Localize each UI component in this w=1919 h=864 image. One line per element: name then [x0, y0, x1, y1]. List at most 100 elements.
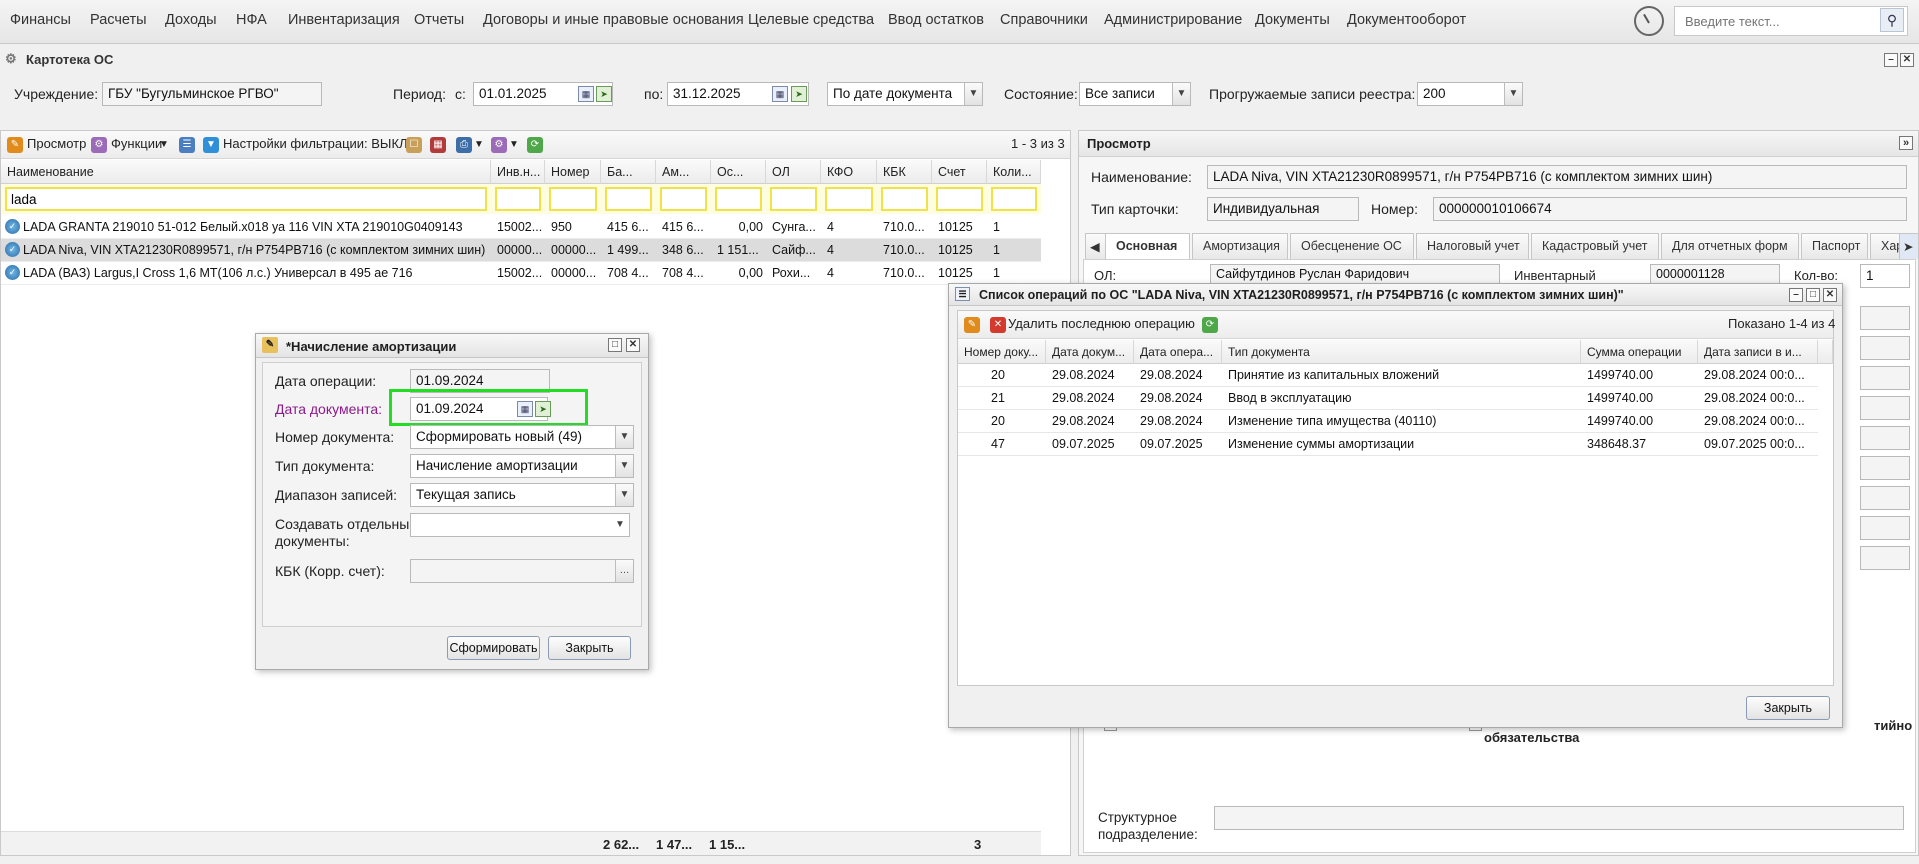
- side-field[interactable]: [1860, 546, 1910, 570]
- col-doc-date[interactable]: Дата докум...: [1046, 340, 1134, 364]
- tab-tax[interactable]: Налоговый учет: [1416, 233, 1529, 259]
- chevron-down-icon[interactable]: ▼: [509, 139, 519, 150]
- print-icon[interactable]: ⎙: [456, 137, 472, 153]
- menu-contracts[interactable]: Договоры и иные правовые основания: [483, 12, 744, 28]
- refresh-icon[interactable]: ⟳: [1202, 317, 1218, 333]
- date-mode-select[interactable]: По дате документа ▼: [827, 82, 983, 106]
- edit-icon[interactable]: ✎: [964, 317, 980, 333]
- menu-finance[interactable]: Финансы: [10, 12, 71, 28]
- generate-button[interactable]: Сформировать: [447, 636, 540, 660]
- side-field[interactable]: [1860, 426, 1910, 450]
- tab-passport[interactable]: Паспорт: [1801, 233, 1868, 259]
- filter-cell[interactable]: [881, 187, 928, 211]
- number-field[interactable]: 000000010106674: [1433, 197, 1907, 221]
- close-icon[interactable]: ✕: [626, 338, 640, 352]
- col-doc-number[interactable]: Номер доку...: [958, 340, 1046, 364]
- doc-num-select[interactable]: Сформировать новый (49) ▼: [410, 425, 634, 449]
- state-select[interactable]: Все записи ▼: [1079, 82, 1191, 106]
- col-doc-type[interactable]: Тип документа: [1222, 340, 1581, 364]
- menu-references[interactable]: Справочники: [1000, 12, 1088, 28]
- filter-settings-button[interactable]: Настройки фильтрации: ВЫКЛ: [223, 136, 408, 151]
- close-button[interactable]: Закрыть: [548, 636, 631, 660]
- export-icon[interactable]: ☐: [406, 137, 422, 153]
- chevron-down-icon[interactable]: ▼: [615, 426, 633, 448]
- side-field[interactable]: [1860, 306, 1910, 330]
- side-field[interactable]: [1860, 366, 1910, 390]
- chevron-down-icon[interactable]: ▼: [159, 139, 169, 150]
- side-field[interactable]: [1860, 396, 1910, 420]
- filter-cell[interactable]: [825, 187, 873, 211]
- kbk-field[interactable]: …: [410, 559, 634, 583]
- menu-target-funds[interactable]: Целевые средства: [748, 12, 874, 28]
- chevron-down-icon[interactable]: ▼: [1504, 83, 1522, 105]
- clock-icon[interactable]: [1634, 6, 1664, 36]
- menu-inventory[interactable]: Инвентаризация: [288, 12, 400, 28]
- tab-main[interactable]: Основная: [1105, 233, 1190, 259]
- filter-cell[interactable]: [991, 187, 1037, 211]
- menu-documents[interactable]: Документы: [1255, 12, 1330, 28]
- institution-field[interactable]: ГБУ "Бугульминское РГВО": [102, 82, 322, 106]
- close-button[interactable]: Закрыть: [1746, 696, 1830, 720]
- table-row[interactable]: 47 09.07.2025 09.07.2025 Изменение суммы…: [958, 433, 1818, 456]
- menu-docflow[interactable]: Документооборот: [1347, 12, 1466, 28]
- tab-scroll-left-icon[interactable]: ◀: [1085, 233, 1107, 259]
- expand-icon[interactable]: ✓: [5, 242, 20, 257]
- calendar-icon[interactable]: ▦: [517, 401, 533, 417]
- tab-amortization[interactable]: Амортизация: [1192, 233, 1288, 259]
- tab-scroll-right-icon[interactable]: ➤: [1899, 233, 1919, 259]
- side-field[interactable]: [1860, 456, 1910, 480]
- filter-cell[interactable]: [660, 187, 707, 211]
- table-row[interactable]: ✓ LADA (ВАЗ) Largus,I Cross 1,6 МТ(106 л…: [1, 262, 1041, 285]
- menu-reports[interactable]: Отчеты: [414, 12, 464, 28]
- table-row[interactable]: 21 29.08.2024 29.08.2024 Ввод в эксплуат…: [958, 387, 1818, 410]
- col-residual[interactable]: Ос...: [711, 160, 766, 184]
- filter-cell[interactable]: [495, 187, 541, 211]
- col-number[interactable]: Номер: [545, 160, 601, 184]
- chevron-down-icon[interactable]: ▼: [964, 83, 982, 105]
- refresh-icon[interactable]: ⟳: [527, 137, 543, 153]
- menu-calculations[interactable]: Расчеты: [90, 12, 147, 28]
- delete-last-button[interactable]: Удалить последнюю операцию: [1008, 316, 1195, 331]
- range-select[interactable]: Текущая запись ▼: [410, 483, 634, 507]
- close-icon[interactable]: ✕: [1900, 53, 1914, 67]
- menu-nfa[interactable]: НФА: [236, 12, 267, 28]
- expand-icon[interactable]: ✓: [5, 219, 20, 234]
- apply-date-icon[interactable]: ➤: [596, 86, 612, 102]
- col-ol[interactable]: ОЛ: [766, 160, 821, 184]
- loaded-records-select[interactable]: 200 ▼: [1417, 82, 1523, 106]
- table-row-selected[interactable]: ✓ LADA Niva, VIN XTA21230R0899571, г/н Р…: [1, 239, 1041, 262]
- struct-unit-field[interactable]: [1214, 806, 1904, 830]
- apply-date-icon[interactable]: ➤: [791, 86, 807, 102]
- functions-menu[interactable]: Функции: [111, 136, 162, 151]
- chevron-down-icon[interactable]: ▼: [615, 484, 633, 506]
- menu-opening-balances[interactable]: Ввод остатков: [888, 12, 984, 28]
- functions-icon[interactable]: ⚙: [91, 137, 107, 153]
- expand-icon[interactable]: ✓: [5, 265, 20, 280]
- minimize-icon[interactable]: –: [1884, 53, 1898, 67]
- delete-icon[interactable]: ✕: [990, 317, 1006, 333]
- calendar-icon[interactable]: ▦: [578, 86, 594, 102]
- col-sum[interactable]: Сумма операции: [1581, 340, 1698, 364]
- maximize-icon[interactable]: □: [1806, 288, 1820, 302]
- col-qty[interactable]: Коли...: [987, 160, 1041, 184]
- doc-type-select[interactable]: Начисление амортизации ▼: [410, 454, 634, 478]
- close-icon[interactable]: ✕: [1823, 288, 1837, 302]
- separate-docs-select[interactable]: ▼: [410, 513, 630, 537]
- col-account[interactable]: Счет: [932, 160, 987, 184]
- search-icon[interactable]: ⚲: [1880, 8, 1904, 32]
- filter-icon[interactable]: ▼: [203, 137, 219, 153]
- tab-reports[interactable]: Для отчетных форм: [1661, 233, 1799, 259]
- side-field[interactable]: [1860, 336, 1910, 360]
- chevron-down-icon[interactable]: ▼: [611, 514, 629, 536]
- tab-cadastral[interactable]: Кадастровый учет: [1531, 233, 1659, 259]
- col-balance[interactable]: Ба...: [601, 160, 656, 184]
- filter-cell[interactable]: [715, 187, 762, 211]
- table-row[interactable]: 20 29.08.2024 29.08.2024 Изменение типа …: [958, 410, 1818, 433]
- card-type-field[interactable]: Индивидуальная: [1207, 197, 1359, 221]
- minimize-icon[interactable]: –: [1789, 288, 1803, 302]
- more-icon[interactable]: …: [615, 560, 633, 582]
- filter-cell[interactable]: [605, 187, 652, 211]
- table-icon[interactable]: ▦: [430, 137, 446, 153]
- list-icon[interactable]: ☰: [179, 137, 195, 153]
- view-button[interactable]: Просмотр: [27, 136, 86, 151]
